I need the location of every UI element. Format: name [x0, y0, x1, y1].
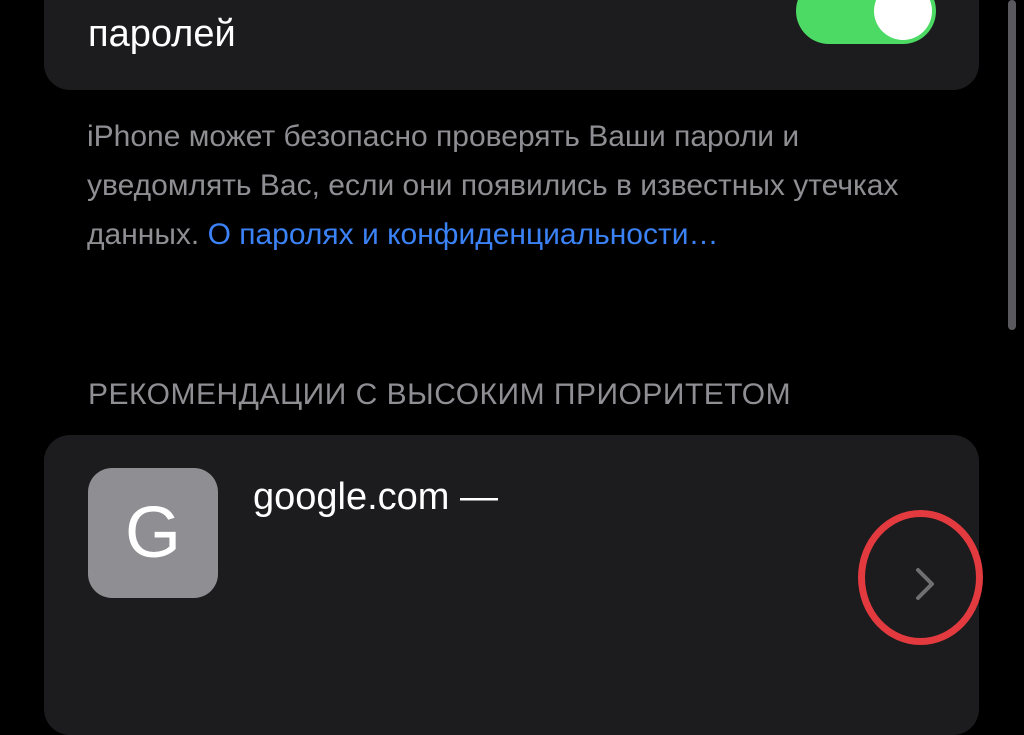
- recommendation-title: google.com —: [253, 476, 499, 518]
- highlight-circle: [858, 510, 983, 645]
- password-monitoring-label: паролей: [88, 13, 236, 55]
- site-icon: G: [88, 468, 218, 598]
- toggle-knob: [874, 0, 932, 40]
- scrollbar[interactable]: [1008, 0, 1016, 330]
- password-monitoring-footer: iPhone может безопасно проверять Ваши па…: [87, 112, 967, 259]
- password-monitoring-toggle[interactable]: [796, 0, 936, 44]
- site-icon-letter: G: [124, 493, 181, 573]
- section-header-high-priority: РЕКОМЕНДАЦИИ С ВЫСОКИМ ПРИОРИТЕТОМ: [88, 378, 792, 411]
- privacy-link[interactable]: О паролях и конфиденциальности…: [208, 218, 719, 251]
